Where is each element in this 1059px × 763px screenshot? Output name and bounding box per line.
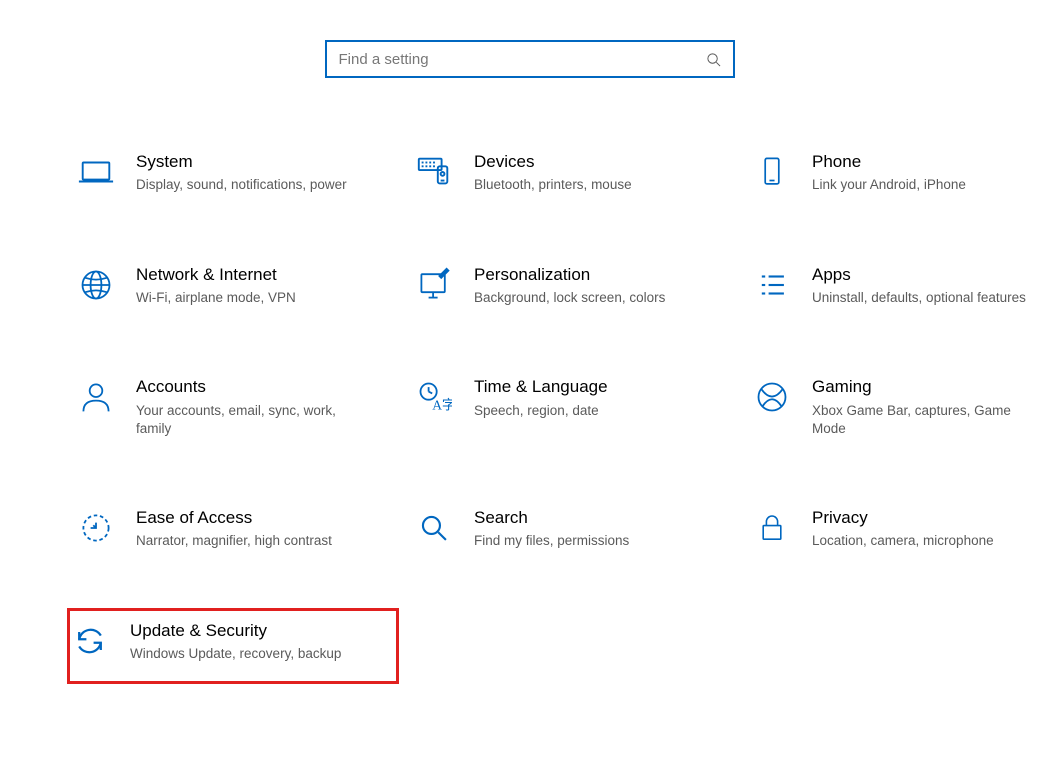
tile-phone[interactable]: Phone Link your Android, iPhone (752, 148, 1059, 199)
tile-subtitle: Xbox Game Bar, captures, Game Mode (812, 402, 1038, 438)
tile-title: Update & Security (130, 621, 362, 641)
tile-subtitle: Wi-Fi, airplane mode, VPN (136, 289, 362, 307)
search-row (0, 40, 1059, 78)
tile-title: Gaming (812, 377, 1038, 397)
accounts-icon (76, 377, 116, 417)
system-icon (76, 152, 116, 192)
tile-subtitle: Speech, region, date (474, 402, 700, 420)
tile-subtitle: Uninstall, defaults, optional features (812, 289, 1038, 307)
phone-icon (752, 152, 792, 192)
devices-icon (414, 152, 454, 192)
tile-time-language[interactable]: A字 Time & Language Speech, region, date (414, 373, 734, 442)
tile-accounts[interactable]: Accounts Your accounts, email, sync, wor… (76, 373, 396, 442)
personalization-icon (414, 265, 454, 305)
tile-title: Time & Language (474, 377, 700, 397)
tile-title: Privacy (812, 508, 1038, 528)
network-icon (76, 265, 116, 305)
tile-subtitle: Bluetooth, printers, mouse (474, 176, 700, 194)
tile-ease-of-access[interactable]: Ease of Access Narrator, magnifier, high… (76, 504, 396, 555)
tile-devices[interactable]: Devices Bluetooth, printers, mouse (414, 148, 734, 199)
apps-icon (752, 265, 792, 305)
tile-privacy[interactable]: Privacy Location, camera, microphone (752, 504, 1059, 555)
svg-text:A字: A字 (432, 398, 452, 413)
tile-personalization[interactable]: Personalization Background, lock screen,… (414, 261, 734, 312)
tile-title: Personalization (474, 265, 700, 285)
tile-subtitle: Background, lock screen, colors (474, 289, 700, 307)
update-security-icon (70, 621, 110, 661)
tile-update-security[interactable]: Update & Security Windows Update, recove… (70, 611, 396, 682)
settings-grid: System Display, sound, notifications, po… (0, 148, 1059, 681)
tile-search[interactable]: Search Find my files, permissions (414, 504, 734, 555)
tile-title: System (136, 152, 362, 172)
tile-subtitle: Location, camera, microphone (812, 532, 1038, 550)
search-box[interactable] (325, 40, 735, 78)
tile-title: Devices (474, 152, 700, 172)
tile-subtitle: Find my files, permissions (474, 532, 700, 550)
tile-title: Phone (812, 152, 1038, 172)
tile-subtitle: Narrator, magnifier, high contrast (136, 532, 362, 550)
tile-subtitle: Display, sound, notifications, power (136, 176, 362, 194)
tile-title: Search (474, 508, 700, 528)
tile-title: Accounts (136, 377, 362, 397)
search-icon (705, 50, 723, 68)
privacy-icon (752, 508, 792, 548)
tile-title: Network & Internet (136, 265, 362, 285)
time-language-icon: A字 (414, 377, 454, 417)
search-category-icon (414, 508, 454, 548)
tile-subtitle: Your accounts, email, sync, work, family (136, 402, 362, 438)
tile-network[interactable]: Network & Internet Wi-Fi, airplane mode,… (76, 261, 396, 312)
search-input[interactable] (337, 50, 705, 69)
tile-subtitle: Link your Android, iPhone (812, 176, 1038, 194)
tile-apps[interactable]: Apps Uninstall, defaults, optional featu… (752, 261, 1059, 312)
tile-gaming[interactable]: Gaming Xbox Game Bar, captures, Game Mod… (752, 373, 1059, 442)
gaming-icon (752, 377, 792, 417)
ease-of-access-icon (76, 508, 116, 548)
tile-title: Ease of Access (136, 508, 362, 528)
tile-subtitle: Windows Update, recovery, backup (130, 645, 362, 663)
tile-title: Apps (812, 265, 1038, 285)
tile-system[interactable]: System Display, sound, notifications, po… (76, 148, 396, 199)
